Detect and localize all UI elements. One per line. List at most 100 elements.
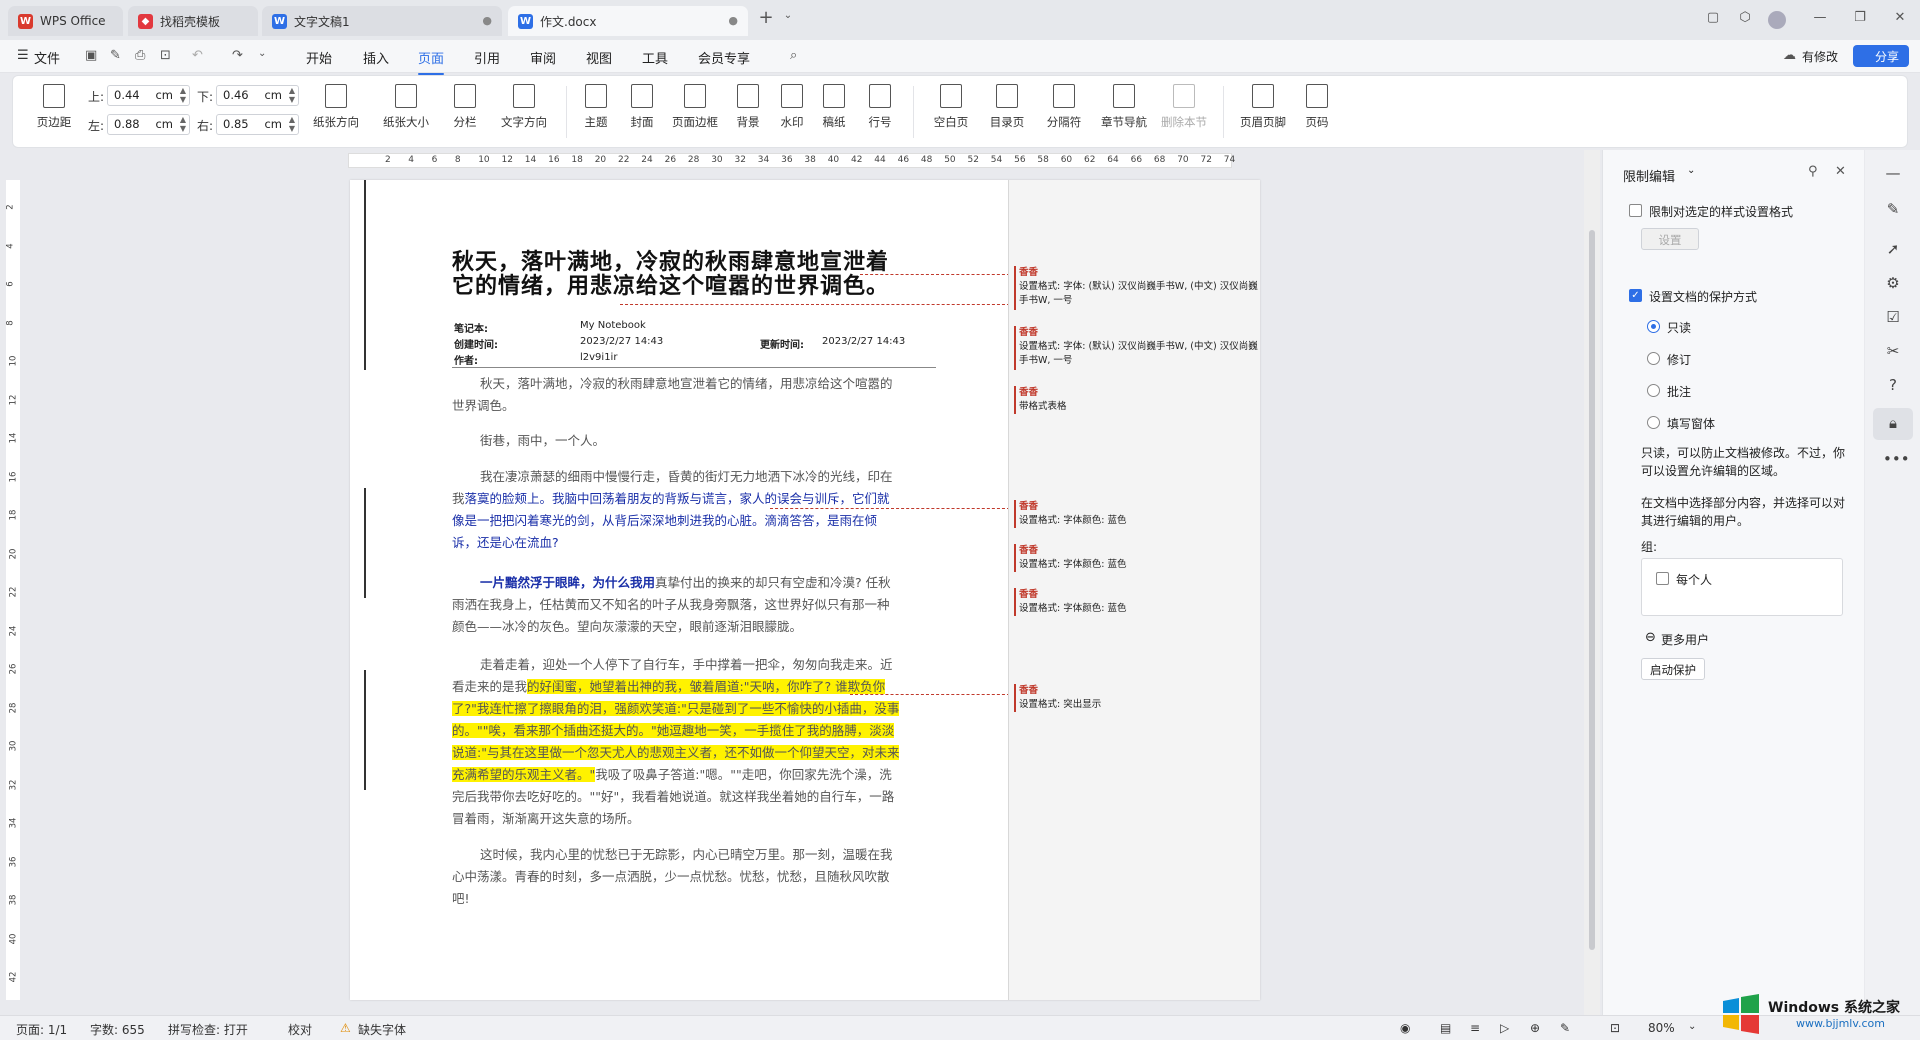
section-nav-button[interactable]: 章节导航 <box>1096 84 1152 130</box>
users-listbox[interactable]: 每个人 <box>1641 558 1843 616</box>
edit-icon[interactable]: ✎ <box>1883 200 1903 220</box>
close-icon[interactable]: ✕ <box>1835 164 1846 179</box>
paragraph[interactable]: 街巷，雨中，一个人。 <box>452 430 900 452</box>
spell-check[interactable]: 拼写检查: 打开 <box>168 1021 248 1038</box>
help-icon[interactable]: ? <box>1883 376 1903 396</box>
manuscript-button[interactable]: 稿纸 <box>817 84 851 130</box>
chevron-down-icon[interactable]: ⌄ <box>1687 165 1695 176</box>
window-layout-icon[interactable]: ▢ <box>1703 10 1723 30</box>
left-margin-input[interactable]: 0.88 cm ▲ ▼ <box>107 114 190 135</box>
chevron-down-icon[interactable]: ⌄ <box>1688 1021 1696 1032</box>
menu-insert[interactable]: 插入 <box>363 48 389 67</box>
cursor-icon[interactable]: ➚ <box>1883 240 1903 260</box>
collapse-icon[interactable]: — <box>1883 164 1903 184</box>
more-users-link[interactable]: 更多用户 <box>1661 631 1709 648</box>
bottom-margin-input[interactable]: 0.46 cm ▲ ▼ <box>216 85 299 106</box>
horizontal-ruler[interactable]: 2 4 6 8 10 12 14 16 18 20 22 24 26 28 30 32 34 36 38 40 42 44… <box>348 153 1235 168</box>
print-icon[interactable]: ⎙ <box>135 48 145 63</box>
close-icon[interactable]: ● <box>482 14 492 27</box>
menu-hamburger-icon[interactable]: ☰ <box>17 48 29 63</box>
new-tab-icon[interactable]: + <box>756 7 776 28</box>
right-margin-input[interactable]: 0.85 cm ▲ ▼ <box>216 114 299 135</box>
columns-button[interactable]: 分栏 <box>445 84 485 130</box>
proofread[interactable]: 校对 <box>288 1021 312 1038</box>
toc-page-button[interactable]: 目录页 <box>981 84 1033 130</box>
close-window-icon[interactable]: ✕ <box>1890 10 1910 30</box>
redo-icon[interactable]: ↷ <box>232 48 243 63</box>
revision-balloon[interactable]: 香香 设置格式: 字体: (默认) 汉仪尚巍手书W, (中文) 汉仪尚巍手书W, … <box>1014 326 1259 370</box>
play-icon[interactable]: ▷ <box>1500 1021 1509 1035</box>
menu-member[interactable]: 会员专享 <box>698 48 750 67</box>
revision-balloon[interactable]: 香香 设置格式: 字体颜色: 蓝色 <box>1014 544 1259 572</box>
eye-icon[interactable]: ◉ <box>1400 1021 1410 1035</box>
page-view-icon[interactable]: ▤ <box>1440 1021 1451 1035</box>
revision-balloon[interactable]: 香香 设置格式: 字体颜色: 蓝色 <box>1014 500 1259 528</box>
radio-comment[interactable] <box>1647 384 1660 397</box>
close-icon[interactable]: ● <box>728 14 738 27</box>
minimize-icon[interactable]: — <box>1810 10 1830 30</box>
blank-page-button[interactable]: 空白页 <box>925 84 977 130</box>
page-border-button[interactable]: 页面边框 <box>669 84 721 130</box>
menu-view[interactable]: 视图 <box>586 48 612 67</box>
lock-icon[interactable]: 🔒︎ <box>1873 408 1913 440</box>
orientation-button[interactable]: 纸张方向 <box>305 84 367 130</box>
revision-balloon[interactable]: 香香 设置格式: 字体颜色: 蓝色 <box>1014 588 1259 616</box>
menu-reference[interactable]: 引用 <box>474 48 500 67</box>
zoom-level[interactable]: 80% <box>1648 1021 1675 1035</box>
share-button[interactable]: 分享 <box>1853 45 1909 67</box>
everyone-checkbox[interactable] <box>1656 572 1669 585</box>
menu-tools[interactable]: 工具 <box>642 48 668 67</box>
separator-button[interactable]: 分隔符 <box>1038 84 1090 130</box>
start-protection-button[interactable]: 启动保护 <box>1641 658 1705 680</box>
paper-size-button[interactable]: 纸张大小 <box>375 84 437 130</box>
text-direction-button[interactable]: 文字方向 <box>493 84 555 130</box>
tab-doc1[interactable]: W 文字文稿1 ● <box>262 6 502 36</box>
undo-icon[interactable]: ↶ <box>192 48 203 63</box>
restore-icon[interactable]: ❐ <box>1850 10 1870 30</box>
radio-form[interactable] <box>1647 416 1660 429</box>
menu-start[interactable]: 开始 <box>306 48 332 67</box>
top-margin-input[interactable]: 0.44 cm ▲ ▼ <box>107 85 190 106</box>
chevron-down-icon[interactable]: ⌄ <box>778 10 798 30</box>
header-footer-button[interactable]: 页眉页脚 <box>1235 84 1291 130</box>
revision-balloon[interactable]: 香香 设置格式: 字体: (默认) 汉仪尚巍手书W, (中文) 汉仪尚巍手书W, … <box>1014 266 1259 310</box>
tab-docer[interactable]: ◆ 找稻壳模板 <box>128 6 258 36</box>
stepper-icon[interactable]: ▲ ▼ <box>180 115 186 133</box>
page-number-button[interactable]: 页码 <box>1297 84 1337 130</box>
background-button[interactable]: 背景 <box>727 84 769 130</box>
paragraph[interactable]: 一片黯然浮于眼眸，为什么我用真挚付出的换来的却只有空虚和冷漠? 任秋雨洒在我身上… <box>452 572 900 638</box>
web-view-icon[interactable]: ⊕ <box>1530 1021 1540 1035</box>
tab-wps-office[interactable]: W WPS Office <box>8 6 123 36</box>
stepper-icon[interactable]: ▲ ▼ <box>180 86 186 104</box>
pin-icon[interactable]: ⚲ <box>1808 164 1818 179</box>
avatar[interactable] <box>1768 11 1786 29</box>
save-icon[interactable]: ▣ <box>85 48 97 63</box>
search-icon[interactable]: ⌕ <box>790 48 797 63</box>
tools-icon[interactable]: ✂ <box>1883 342 1903 362</box>
revision-balloon[interactable]: 香香 设置格式: 突出显示 <box>1014 684 1259 712</box>
stepper-icon[interactable]: ▲ ▼ <box>289 115 295 133</box>
missing-font[interactable]: 缺失字体 <box>358 1021 406 1038</box>
cover-button[interactable]: 封面 <box>621 84 663 130</box>
modified-status[interactable]: 有修改 <box>1802 48 1838 65</box>
outline-view-icon[interactable]: ≡ <box>1470 1021 1480 1035</box>
sliders-icon[interactable]: ⚙ <box>1883 274 1903 294</box>
radio-readonly[interactable] <box>1647 320 1660 333</box>
radio-revision[interactable] <box>1647 352 1660 365</box>
delete-section-button[interactable]: 删除本节 <box>1156 84 1212 130</box>
fit-page-icon[interactable]: ⊡ <box>1610 1021 1620 1035</box>
page-count[interactable]: 页面: 1/1 <box>16 1021 67 1038</box>
word-count[interactable]: 字数: 655 <box>90 1021 145 1038</box>
menu-page[interactable]: 页面 <box>418 48 445 75</box>
margins-button[interactable]: 页边距 <box>29 84 79 130</box>
vertical-scrollbar[interactable] <box>1584 150 1600 1015</box>
settings-button[interactable]: 设置 <box>1641 228 1699 250</box>
format-painter-icon[interactable]: ✎ <box>110 48 121 63</box>
line-number-button[interactable]: 行号 <box>859 84 901 130</box>
more-icon[interactable]: ••• <box>1883 450 1910 470</box>
tab-zuowen[interactable]: W 作文.docx ● <box>508 6 748 36</box>
chevron-down-icon[interactable]: ⌄ <box>258 48 266 59</box>
theme-button[interactable]: 主题 <box>575 84 617 130</box>
document-title[interactable]: 秋天，落叶满地，冷寂的秋雨肆意地宣泄着它的情绪，用悲凉给这个喧嚣的世界调色。 <box>452 250 902 298</box>
pen-icon[interactable]: ✎ <box>1560 1021 1570 1035</box>
